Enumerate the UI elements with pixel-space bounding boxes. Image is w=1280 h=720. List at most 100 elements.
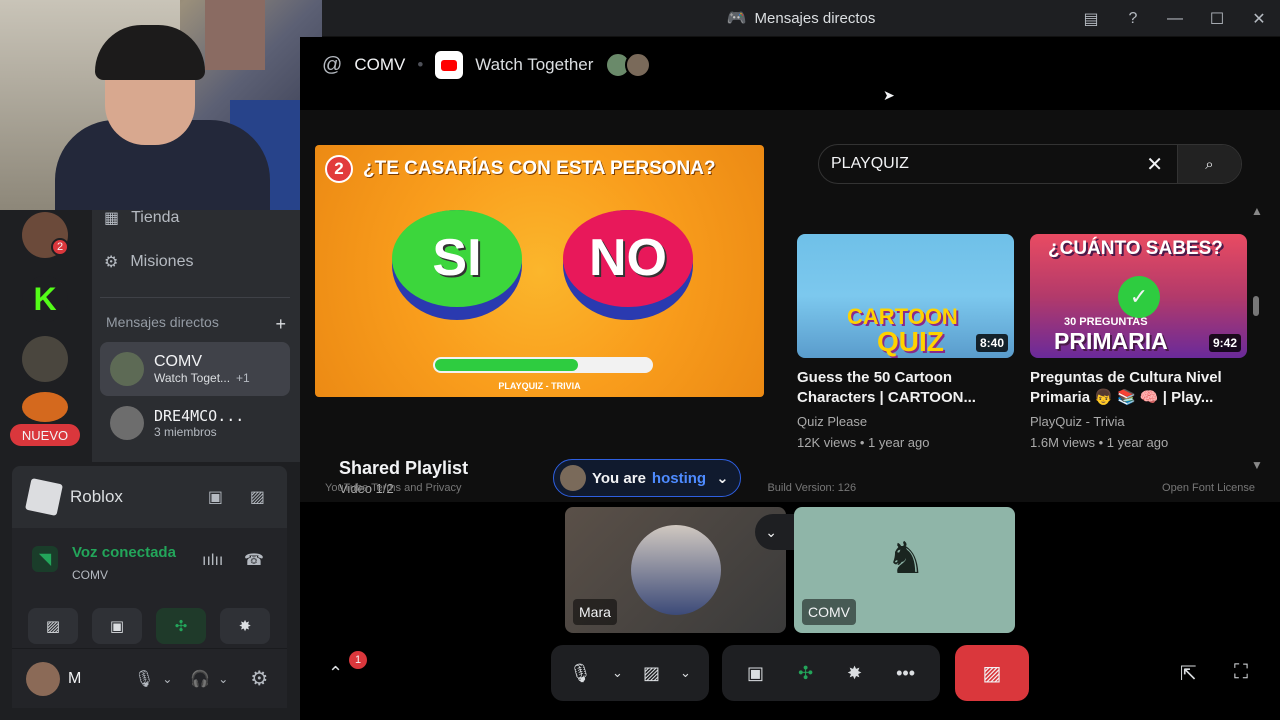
close-button[interactable]: ✕: [1238, 9, 1280, 29]
popout-icon[interactable]: ⇱: [1180, 661, 1197, 686]
leave-call-button[interactable]: ▨: [955, 645, 1029, 701]
dm-subtext: 3 miembros: [154, 425, 217, 439]
server-icon-kick[interactable]: K: [22, 276, 68, 322]
soundboard-button[interactable]: ✸: [220, 608, 270, 644]
server-icon-fox[interactable]: [22, 392, 68, 422]
minimize-button[interactable]: —: [1154, 10, 1196, 28]
add-dm-icon[interactable]: +: [275, 314, 286, 335]
playlist-title: Shared Playlist: [339, 458, 469, 478]
search-button[interactable]: ⌕: [1177, 145, 1241, 183]
activity-label: Roblox: [70, 487, 123, 506]
username[interactable]: M: [68, 670, 116, 688]
at-icon: @: [322, 53, 343, 76]
watch-together-panel: 2 ¿TE CASARÍAS CON ESTA PERSONA? SI NO P…: [300, 110, 1280, 502]
title-bar: 🎮 Mensajes directos ▤ ? — ☐ ✕: [322, 0, 1280, 37]
search-input[interactable]: PLAYQUIZ ✕: [819, 145, 1177, 183]
user-profile-bar: M 🎙 ⌄ 🎧 ⌄ ⚙: [12, 648, 287, 708]
chevron-down-icon[interactable]: ⌄: [218, 672, 228, 686]
thumb-text: PRIMARIA: [1054, 328, 1168, 354]
activity-button[interactable]: ✣: [156, 608, 206, 644]
quests-icon: ⚙: [104, 254, 119, 271]
server-rail: 2 K NUEVO: [0, 210, 92, 462]
chevron-down-icon[interactable]: ⌄: [680, 665, 691, 681]
mic-icon[interactable]: 🎙: [569, 663, 592, 684]
dm-item-comv[interactable]: COMV Watch Toget... +1: [100, 342, 290, 396]
thumb-no-text: NO: [563, 210, 693, 307]
chevron-down-icon[interactable]: ⌄: [612, 665, 623, 681]
help-icon[interactable]: ?: [1112, 10, 1154, 28]
avatar: [631, 525, 721, 615]
thumb-no-button: NO: [563, 210, 693, 320]
dm-extra: +1: [236, 371, 250, 385]
channel-header: @ COMV • Watch Together: [322, 51, 652, 79]
activity-icon[interactable]: ✣: [798, 663, 813, 684]
thumb-yes-button: SI: [392, 210, 522, 320]
audio-video-controls: 🎙 ⌄ ▨ ⌄: [551, 645, 709, 701]
activity-footer: YouTube Terms and Privacy Build Version:…: [300, 482, 1280, 494]
chevron-up-icon[interactable]: ⌃: [328, 663, 343, 684]
video-title[interactable]: Guess the 50 Cartoon Characters | CARTOO…: [797, 368, 1014, 408]
camera-off-icon[interactable]: ▨: [643, 663, 660, 684]
avatar: [110, 406, 144, 440]
more-icon[interactable]: •••: [896, 663, 915, 684]
avatar[interactable]: [26, 661, 60, 696]
roblox-icon: [25, 478, 63, 516]
server-icon-egg[interactable]: [22, 336, 68, 382]
soundboard-icon[interactable]: ✸: [847, 663, 862, 684]
video-duration: 8:40: [975, 334, 1008, 352]
activity-roblox[interactable]: Roblox ▣ ▨: [12, 466, 287, 528]
webcam-overlay: [0, 0, 322, 210]
participant-tile-comv[interactable]: ♞ COMV: [794, 507, 1015, 633]
video-result[interactable]: ¿CUÁNTO SABES? 30 PREGUNTAS PRIMARIA ✓ 9…: [1030, 234, 1247, 450]
new-badge[interactable]: NUEVO: [10, 424, 80, 446]
video-meta: 1.6M views • 1 year ago: [1030, 435, 1169, 450]
dm-sidebar: ▦ Tienda ⚙ Misiones Mensajes directos + …: [92, 208, 300, 462]
stream-game-icon[interactable]: ▣: [208, 487, 223, 507]
voice-status[interactable]: Voz conectada: [72, 544, 184, 561]
footer-license-link[interactable]: Open Font License: [1162, 482, 1255, 494]
maximize-button[interactable]: ☐: [1196, 9, 1238, 29]
sidebar-item-shop[interactable]: ▦ Tienda: [104, 208, 179, 228]
scrollbar[interactable]: [1253, 296, 1259, 316]
youtube-icon: [435, 51, 464, 79]
scroll-down-arrow[interactable]: ▼: [1251, 458, 1263, 472]
watched-check-icon: ✓: [1118, 276, 1160, 318]
sidebar-item-quests[interactable]: ⚙ Misiones: [104, 252, 193, 272]
soundboard-icon[interactable]: ıılıı: [202, 552, 223, 570]
inbox-icon[interactable]: ▤: [1070, 9, 1112, 29]
participant-name: Mara: [573, 599, 617, 625]
video-channel[interactable]: Quiz Please: [797, 414, 1014, 429]
video-thumbnail[interactable]: ¿CUÁNTO SABES? 30 PREGUNTAS PRIMARIA ✓ 9…: [1030, 234, 1247, 358]
settings-gear-icon[interactable]: ⚙: [250, 666, 268, 691]
chevron-down-icon: ⌄: [765, 523, 777, 540]
notification-badge: 2: [51, 238, 69, 256]
thumb-text: ¿CUÁNTO SABES?: [1048, 238, 1223, 259]
video-result[interactable]: CARTOON QUIZ 8:40 Guess the 50 Cartoon C…: [797, 234, 1014, 450]
separator-dot: •: [417, 55, 424, 74]
footer-terms-link[interactable]: YouTube Terms and Privacy: [325, 482, 462, 494]
scroll-up-arrow[interactable]: ▲: [1251, 204, 1263, 218]
mic-icon[interactable]: 🎙: [134, 669, 154, 689]
video-channel[interactable]: PlayQuiz - Trivia: [1030, 414, 1247, 429]
video-title[interactable]: Preguntas de Cultura Nivel Primaria 👦 📚 …: [1030, 368, 1247, 408]
shop-icon: ▦: [104, 210, 120, 227]
clear-search-icon[interactable]: ✕: [1146, 152, 1163, 177]
dm-item-group[interactable]: DRE4MCO... 3 miembros: [100, 396, 290, 450]
current-video-thumbnail[interactable]: 2 ¿TE CASARÍAS CON ESTA PERSONA? SI NO P…: [315, 145, 764, 397]
discord-icon: 🎮: [726, 10, 747, 27]
screen-share-button[interactable]: ▣: [92, 608, 142, 644]
disconnect-icon[interactable]: ☎: [244, 550, 264, 570]
camera-off-button[interactable]: ▨: [28, 608, 78, 644]
dm-name: COMV: [154, 353, 202, 370]
disconnect-game-icon[interactable]: ▨: [250, 487, 265, 507]
screen-share-icon[interactable]: ▣: [747, 663, 764, 684]
channel-name: COMV: [354, 55, 406, 74]
thumb-text: 30 PREGUNTAS: [1064, 316, 1148, 328]
participant-tile-mara[interactable]: Mara: [565, 507, 786, 633]
main-content: @ COMV • Watch Together ➤ 2 ¿TE CASARÍAS…: [300, 37, 1280, 720]
headphones-icon[interactable]: 🎧: [190, 669, 210, 689]
fullscreen-icon[interactable]: ⛶: [1234, 661, 1248, 684]
chevron-down-icon[interactable]: ⌄: [162, 672, 172, 686]
voice-channel[interactable]: COMV: [72, 568, 108, 582]
video-thumbnail[interactable]: CARTOON QUIZ 8:40: [797, 234, 1014, 358]
